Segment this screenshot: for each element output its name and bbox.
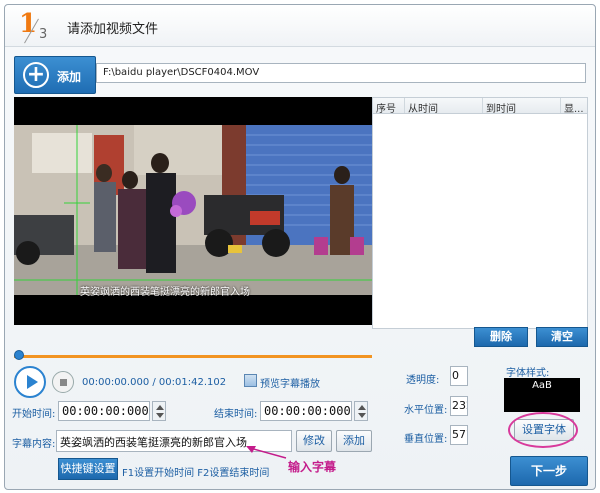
annotation-highlight-ellipse — [508, 412, 578, 448]
horizontal-position-label: 水平位置: — [404, 405, 448, 416]
next-button[interactable]: 下一步 — [510, 456, 588, 486]
add-file-label: 添加 — [57, 70, 82, 84]
subtitle-content-label: 字幕内容: — [12, 439, 56, 450]
end-time-field[interactable]: 00:00:00:000 — [260, 401, 352, 421]
spin-up-icon — [358, 405, 366, 410]
col-display: 显... — [564, 104, 584, 113]
video-subtitle-overlay: 英姿飒洒的西装笔挺漂亮的新郎官入场 — [80, 287, 250, 298]
opacity-field[interactable]: 0 — [450, 366, 468, 386]
clear-button[interactable]: 清空 — [536, 327, 588, 347]
hotkey-settings-button[interactable]: 快捷键设置 — [58, 458, 118, 480]
end-time-label: 结束时间: — [214, 409, 258, 420]
font-style-label: 字体样式: — [506, 368, 550, 379]
opacity-label: 透明度: — [406, 375, 440, 386]
spin-down-icon — [156, 413, 164, 418]
col-to: 到时间 — [483, 98, 561, 113]
subtitle-list: 序号 从时间 到时间 显... — [372, 97, 588, 329]
start-time-field[interactable]: 00:00:00:000 — [58, 401, 150, 421]
preview-subtitle-label: 预览字幕播放 — [260, 379, 320, 390]
hotkey-hint: F1设置开始时间 F2设置结束时间 — [122, 468, 270, 479]
start-time-spinner[interactable] — [152, 401, 166, 421]
vertical-position-field[interactable]: 577 — [450, 425, 468, 445]
play-button[interactable] — [14, 366, 46, 398]
file-path-input[interactable]: F:\baidu player\DSCF0404.MOV — [96, 63, 586, 83]
modify-button[interactable]: 修改 — [296, 430, 332, 452]
time-readout: 00:00:00.000 / 00:01:42.102 — [82, 377, 227, 388]
horizontal-position-field[interactable]: 232 — [450, 396, 468, 416]
col-index: 序号 — [373, 98, 405, 113]
end-time-spinner[interactable] — [354, 401, 368, 421]
spin-down-icon — [358, 413, 366, 418]
font-preview: AaB — [504, 378, 580, 412]
preview-subtitle-checkbox[interactable] — [244, 374, 257, 387]
annotation-text: 输入字幕 — [288, 460, 337, 474]
font-preview-text: AaB — [532, 380, 552, 391]
plus-icon: + — [23, 62, 49, 88]
add-subtitle-button[interactable]: 添加 — [336, 430, 372, 452]
playback-progress-track[interactable] — [14, 355, 372, 358]
step-header: 1 3 请添加视频文件 — [5, 5, 595, 47]
spin-up-icon — [156, 405, 164, 410]
add-file-button[interactable]: + 添加 — [14, 56, 96, 94]
page-title: 请添加视频文件 — [67, 22, 159, 37]
vertical-position-label: 垂直位置: — [404, 434, 448, 445]
stop-button[interactable] — [52, 371, 74, 393]
step-total: 3 — [39, 27, 48, 42]
video-frame-image — [14, 125, 372, 295]
subtitle-list-header: 序号 从时间 到时间 显... — [373, 98, 587, 114]
start-time-label: 开始时间: — [12, 409, 56, 420]
col-from: 从时间 — [405, 98, 483, 113]
playback-progress-knob[interactable] — [14, 350, 24, 360]
delete-button[interactable]: 删除 — [474, 327, 528, 347]
